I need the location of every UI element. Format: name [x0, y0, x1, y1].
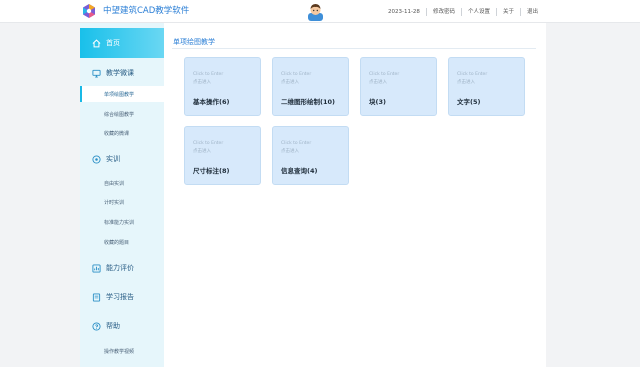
- sidebar-item-standard-training[interactable]: 标准能力实训: [80, 214, 164, 230]
- target-icon: [92, 154, 101, 164]
- card-hint-en: Click to Enter: [193, 141, 224, 146]
- card-hint-cn: 点击进入: [457, 80, 475, 85]
- page-background: [546, 23, 640, 367]
- card-title: 块(3): [369, 98, 386, 106]
- header-date: 2023-11-28: [387, 8, 420, 15]
- page-title: 单项绘图教学: [173, 38, 215, 46]
- monitor-icon: [92, 69, 101, 78]
- sidebar-item-free-training[interactable]: 自由实训: [80, 175, 164, 191]
- card-hint-en: Click to Enter: [457, 72, 488, 77]
- sidebar-section-help[interactable]: 帮助: [80, 316, 164, 336]
- sidebar-item-single-drawing[interactable]: 单项绘图教学: [80, 86, 164, 102]
- top-header: 中望建筑CAD教学软件 2023-11-28 修改密码 个人设置 关于 退出: [0, 0, 640, 23]
- sidebar-item-favorite-questions[interactable]: 收藏的题目: [80, 234, 164, 250]
- sidebar-section-label: 学习报告: [106, 293, 134, 301]
- card-hint-en: Click to Enter: [281, 141, 312, 146]
- card-hint-cn: 点击进入: [281, 80, 299, 85]
- logout-link[interactable]: 退出: [521, 8, 544, 16]
- card-hint-en: Click to Enter: [193, 72, 224, 77]
- home-icon: [92, 38, 101, 47]
- header-nav: 2023-11-28 修改密码 个人设置 关于 退出: [382, 0, 544, 23]
- sidebar-section-label: 教学微课: [106, 69, 134, 77]
- sidebar-section-study-report[interactable]: 学习报告: [80, 287, 164, 307]
- change-password-link[interactable]: 修改密码: [427, 8, 461, 16]
- card-hint-cn: 点击进入: [369, 80, 387, 85]
- sidebar-section-label: 帮助: [106, 322, 120, 330]
- sidebar-section-label: 实训: [106, 155, 120, 163]
- category-card[interactable]: Click to Enter 点击进入 尺寸标注(8): [184, 126, 261, 185]
- sidebar-item-label: 首页: [106, 39, 120, 47]
- app-title: 中望建筑CAD教学软件: [103, 6, 190, 16]
- sidebar-section-training[interactable]: 实训: [80, 149, 164, 169]
- sidebar-section-evaluation[interactable]: 能力评价: [80, 258, 164, 278]
- card-hint-cn: 点击进入: [193, 80, 211, 85]
- category-card[interactable]: Click to Enter 点击进入 块(3): [360, 57, 437, 116]
- sidebar-item-home[interactable]: 首页: [80, 28, 164, 58]
- app-logo-icon: [83, 4, 95, 18]
- sidebar: 首页 教学微课 单项绘图教学 综合绘图教学 收藏的微课 实训 自由实训 计时实训…: [80, 23, 164, 367]
- chart-icon: [92, 263, 101, 273]
- category-card[interactable]: Click to Enter 点击进入 信息查询(4): [272, 126, 349, 185]
- card-title: 信息查询(4): [281, 167, 318, 175]
- category-card[interactable]: Click to Enter 点击进入 基本操作(6): [184, 57, 261, 116]
- card-hint-cn: 点击进入: [193, 149, 211, 154]
- card-hint-en: Click to Enter: [281, 72, 312, 77]
- category-card[interactable]: Click to Enter 点击进入 文字(5): [448, 57, 525, 116]
- card-title: 二维图形绘制(10): [281, 98, 335, 106]
- sidebar-item-favorite-lessons[interactable]: 收藏的微课: [80, 125, 164, 141]
- card-hint-cn: 点击进入: [281, 149, 299, 154]
- sidebar-item-comprehensive-drawing[interactable]: 综合绘图教学: [80, 106, 164, 122]
- card-title: 基本操作(6): [193, 98, 230, 106]
- main-content: 单项绘图教学 Click to Enter 点击进入 基本操作(6) Click…: [164, 23, 546, 367]
- sidebar-item-tutorial-videos[interactable]: 操作教学视频: [80, 343, 164, 359]
- sidebar-section-label: 能力评价: [106, 264, 134, 272]
- category-card[interactable]: Click to Enter 点击进入 二维图形绘制(10): [272, 57, 349, 116]
- sidebar-section-micro-lessons[interactable]: 教学微课: [80, 63, 164, 83]
- divider: [172, 48, 536, 49]
- personal-settings-link[interactable]: 个人设置: [462, 8, 496, 16]
- user-avatar[interactable]: [307, 2, 324, 21]
- card-title: 尺寸标注(8): [193, 167, 230, 175]
- card-hint-en: Click to Enter: [369, 72, 400, 77]
- help-icon: [92, 321, 101, 331]
- card-title: 文字(5): [457, 98, 481, 106]
- book-icon: [92, 292, 101, 302]
- about-link[interactable]: 关于: [497, 8, 520, 16]
- sidebar-item-timed-training[interactable]: 计时实训: [80, 194, 164, 210]
